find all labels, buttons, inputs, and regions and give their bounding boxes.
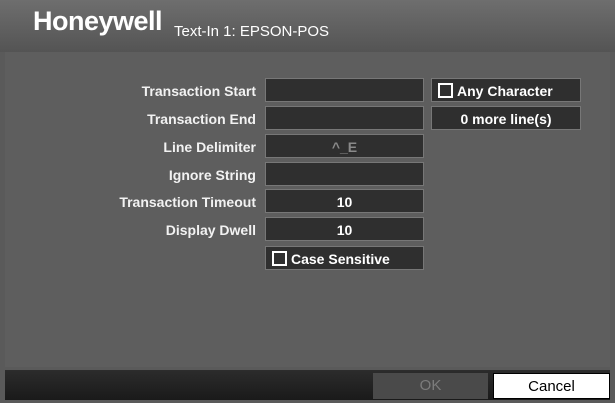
- dialog-title: Text-In 1: EPSON-POS: [174, 23, 330, 40]
- transaction-start-label: Transaction Start: [141, 83, 256, 99]
- checkbox-icon: [438, 83, 453, 98]
- header-bar: Honeywell Text-In 1: EPSON-POS: [0, 0, 615, 52]
- brand-logo: Honeywell: [33, 6, 163, 36]
- transaction-end-label: Transaction End: [147, 111, 256, 127]
- ok-button[interactable]: OK: [373, 373, 488, 399]
- line-delimiter-field[interactable]: ^_E: [265, 134, 424, 158]
- ignore-string-label: Ignore String: [168, 167, 256, 183]
- transaction-end-field[interactable]: [265, 106, 424, 130]
- display-dwell-label: Display Dwell: [165, 222, 256, 238]
- case-sensitive-checkbox[interactable]: Case Sensitive: [265, 246, 424, 270]
- ignore-string-field[interactable]: [265, 162, 424, 186]
- more-lines-button[interactable]: 0 more line(s): [431, 106, 581, 130]
- any-character-checkbox[interactable]: Any Character: [431, 78, 581, 102]
- checkbox-icon: [272, 251, 287, 266]
- transaction-timeout-label: Transaction Timeout: [119, 194, 256, 210]
- case-sensitive-label: Case Sensitive: [291, 251, 390, 267]
- display-dwell-field[interactable]: 10: [265, 217, 424, 241]
- any-character-label: Any Character: [457, 83, 553, 99]
- line-delimiter-label: Line Delimiter: [163, 139, 256, 155]
- cancel-button[interactable]: Cancel: [493, 373, 610, 399]
- transaction-timeout-field[interactable]: 10: [265, 189, 424, 213]
- transaction-start-field[interactable]: [265, 78, 424, 102]
